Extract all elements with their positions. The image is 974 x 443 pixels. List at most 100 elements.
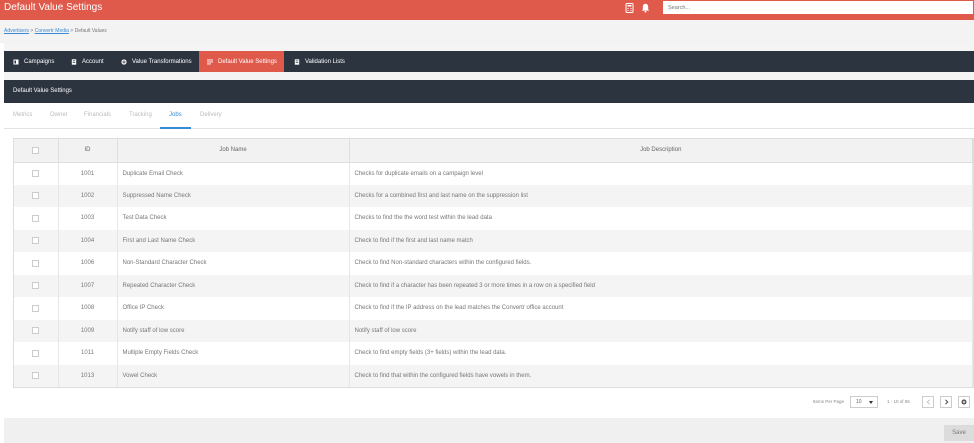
subtab-jobs[interactable]: Jobs xyxy=(169,112,182,118)
row-job-name: Multiple Empty Fields Check xyxy=(117,342,350,365)
row-job-name: Suppressed Name Check xyxy=(117,184,350,207)
row-id: 1004 xyxy=(58,229,118,252)
row-id: 1001 xyxy=(58,162,118,185)
row-job-description: Checks for duplicate emails on a campaig… xyxy=(349,162,973,185)
row-id: 1011 xyxy=(58,342,118,365)
table-row[interactable]: 1013 Vowel Check Check to find that within… xyxy=(14,364,973,387)
column-header-job-description[interactable]: Job Description xyxy=(349,139,973,163)
search-input[interactable] xyxy=(663,1,973,14)
table-row[interactable]: 1006 Non-Standard Character Check Check to… xyxy=(14,252,973,275)
next-page-button[interactable] xyxy=(940,396,952,408)
tab-label: Campaigns xyxy=(24,58,55,65)
row-checkbox[interactable] xyxy=(32,282,40,290)
row-id: 1009 xyxy=(58,319,118,342)
top-bar: Default Value Settings xyxy=(0,0,974,20)
row-checkbox[interactable] xyxy=(32,214,40,222)
row-job-name: Repeated Character Check xyxy=(117,274,350,297)
table-row[interactable]: 1002 Suppressed Name Check Checks for a co… xyxy=(14,184,973,207)
search-box xyxy=(662,0,974,15)
table-settings-button[interactable] xyxy=(958,396,970,408)
table-row[interactable]: 1004 First and Last Name Check Check to fi… xyxy=(14,229,973,252)
tab-label: Account xyxy=(82,58,104,65)
gear-icon xyxy=(961,399,967,405)
breadcrumb-separator: > xyxy=(30,28,34,34)
row-job-name: Notify staff of low score xyxy=(117,319,350,342)
table-row[interactable]: 1001 Duplicate Email Check Checks for dupl… xyxy=(14,162,973,185)
pagination-range: 1 - 10 of 55 xyxy=(887,399,910,404)
items-per-page-value: 10 xyxy=(856,399,862,405)
breadcrumb-bar xyxy=(0,20,974,43)
account-icon xyxy=(71,58,77,65)
row-id: 1003 xyxy=(58,207,118,230)
row-job-description: Checks to find the the word test within … xyxy=(349,207,973,230)
breadcrumb-advertisers-link[interactable]: Advertisers xyxy=(4,28,29,34)
breadcrumb-current: Default Values xyxy=(74,28,107,34)
row-job-description: Check to find Non-standard characters wi… xyxy=(349,252,973,275)
row-job-name: Vowel Check xyxy=(117,364,350,387)
previous-page-button[interactable] xyxy=(922,396,934,408)
row-checkbox[interactable] xyxy=(32,327,40,335)
row-job-description: Notify staff of low score xyxy=(349,319,973,342)
items-per-page-label: Items Per Page xyxy=(813,399,845,404)
footer-bar xyxy=(4,418,974,443)
row-checkbox[interactable] xyxy=(32,304,40,312)
tab-label: Value Transformations xyxy=(132,58,192,65)
row-job-description: Check to find if the IP address on the l… xyxy=(349,297,973,320)
row-job-name: Non-Standard Character Check xyxy=(117,252,350,275)
subtab-bar: Metrics Owner Financials Tracking Jobs D… xyxy=(4,103,974,129)
subtab-tracking[interactable]: Tracking xyxy=(129,112,152,118)
row-checkbox[interactable] xyxy=(32,259,40,267)
breadcrumb-convertr-media-link[interactable]: Convertr Media xyxy=(35,28,69,34)
table-row[interactable]: 1003 Test Data Check Checks to find the th… xyxy=(14,207,973,230)
select-all-checkbox[interactable] xyxy=(32,146,40,154)
row-checkbox[interactable] xyxy=(32,192,40,200)
tab-validation-lists[interactable]: Validation Lists xyxy=(284,51,350,72)
row-job-name: Duplicate Email Check xyxy=(117,162,350,185)
breadcrumb-separator: > xyxy=(70,28,74,34)
column-header-id[interactable]: ID xyxy=(58,139,118,163)
row-id: 1002 xyxy=(58,184,118,207)
tab-account[interactable]: Account xyxy=(62,51,116,72)
tab-default-value-settings[interactable]: Default Value Settings xyxy=(199,51,284,72)
row-id: 1013 xyxy=(58,364,118,387)
chevron-down-icon xyxy=(869,401,873,404)
subtab-metrics[interactable]: Metrics xyxy=(13,112,32,118)
row-id: 1008 xyxy=(58,297,118,320)
table-row[interactable]: 1011 Multiple Empty Fields Check Check to … xyxy=(14,342,973,365)
campaign-icon xyxy=(13,59,19,64)
row-checkbox[interactable] xyxy=(32,237,40,245)
row-job-name: Office IP Check xyxy=(117,297,350,320)
active-subtab-indicator xyxy=(160,127,191,129)
tab-value-transformations[interactable]: Value Transformations xyxy=(116,51,199,72)
breadcrumb: Advertisers > Convertr Media > Default V… xyxy=(4,28,107,34)
tab-campaigns[interactable]: Campaigns xyxy=(4,51,62,72)
table-row[interactable]: 1009 Notify staff of low score Notify staf… xyxy=(14,319,973,342)
row-job-name: Test Data Check xyxy=(117,207,350,230)
row-job-description: Check to find empty fields (3+ fields) w… xyxy=(349,342,973,365)
row-checkbox[interactable] xyxy=(32,169,40,177)
list-icon xyxy=(207,59,213,64)
chevron-right-icon xyxy=(944,399,948,405)
subtab-owner[interactable]: Owner xyxy=(50,112,68,118)
subtab-financials[interactable]: Financials xyxy=(84,112,111,118)
row-checkbox[interactable] xyxy=(32,349,40,357)
table-row[interactable]: 1007 Repeated Character Check Check to fin… xyxy=(14,274,973,297)
subtab-delivery[interactable]: Delivery xyxy=(200,112,222,118)
calculator-icon[interactable] xyxy=(625,3,635,13)
bell-icon[interactable] xyxy=(641,3,651,13)
row-job-description: Check to find that within the configured… xyxy=(349,364,973,387)
jobs-table: ID Job Name Job Description 1001 Duplicat… xyxy=(13,138,974,388)
save-button[interactable]: Save xyxy=(944,425,974,441)
row-id: 1006 xyxy=(58,252,118,275)
table-row[interactable]: 1008 Office IP Check Check to find if the … xyxy=(14,297,973,320)
tab-label: Validation Lists xyxy=(305,58,345,65)
gear-icon xyxy=(121,58,127,65)
column-header-job-name[interactable]: Job Name xyxy=(117,139,350,163)
panel-title: Default Value Settings xyxy=(4,80,974,103)
document-icon xyxy=(294,58,300,65)
row-job-name: First and Last Name Check xyxy=(117,229,350,252)
row-checkbox[interactable] xyxy=(32,372,40,380)
main-tab-bar: Campaigns Account Value Transformations … xyxy=(4,51,974,72)
items-per-page-select[interactable]: 10 xyxy=(850,396,878,408)
tab-label: Default Value Settings xyxy=(218,58,277,65)
